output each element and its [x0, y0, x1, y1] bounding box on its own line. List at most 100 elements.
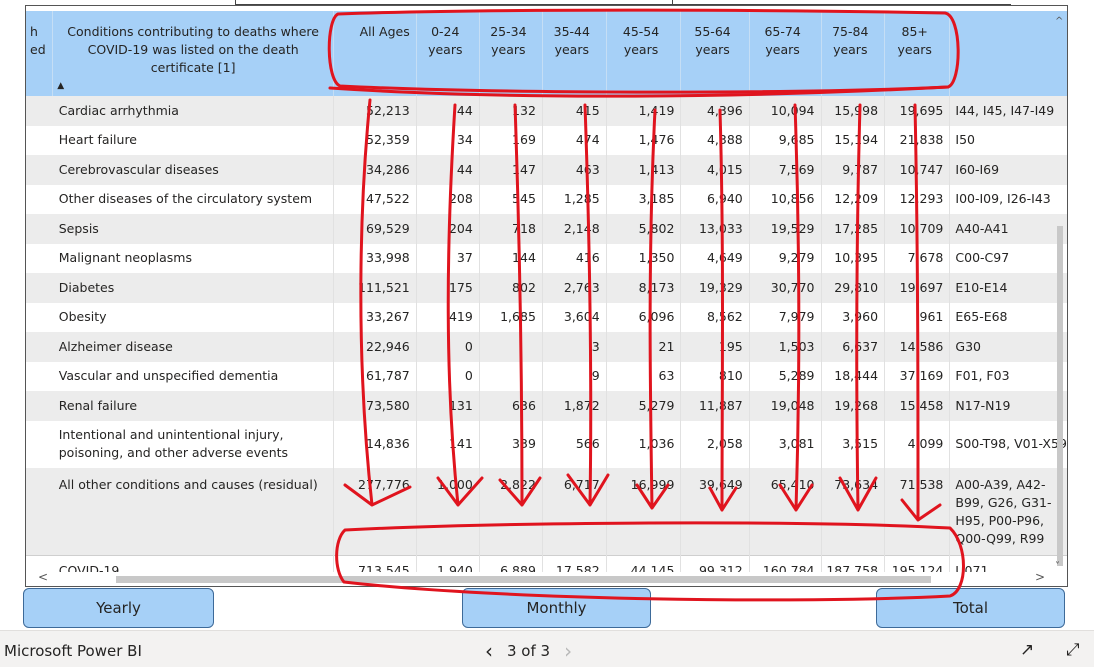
table-body: Cardiac arrhythmia 52,213 44 132 415 1,419 4,3… — [26, 96, 1067, 586]
value-cell: 1,000 — [415, 467, 480, 556]
deaths-table: h ed Conditions contributing to deaths whe… — [26, 11, 1067, 586]
total-button[interactable]: Total — [876, 588, 1065, 628]
fullscreen-icon[interactable]: ⤢ — [1066, 640, 1080, 660]
partial-column-header[interactable]: h ed — [26, 11, 53, 96]
condition-cell: Cerebrovascular diseases — [58, 161, 219, 177]
table-row[interactable]: Obesity 33,267 419 1,685 3,604 6,096 8,562 7,97… — [26, 302, 1067, 333]
value-cell: 277,776 — [333, 467, 417, 556]
value-cell: 44 — [415, 155, 480, 185]
value-cell: 73,580 — [333, 391, 417, 421]
table-row[interactable]: Diabetes 111,521 175 802 2,763 8,173 19,329 30,… — [26, 273, 1067, 303]
yearly-button[interactable]: Yearly — [23, 588, 214, 628]
value-cell: 15,194 — [820, 125, 885, 155]
value-cell: 4,099 — [884, 420, 950, 468]
table-row[interactable]: Intentional and unintentional injury, po… — [26, 420, 1067, 468]
value-cell: 2,763 — [541, 273, 607, 303]
age-column-header[interactable]: 65-74 years — [748, 11, 821, 96]
value-cell: 3 — [541, 332, 607, 362]
scroll-up-icon[interactable]: ^ — [1055, 16, 1063, 27]
value-cell: 14,586 — [884, 332, 950, 362]
age-column-header-line: 75-84 — [832, 24, 869, 39]
age-column-header[interactable]: 35-44 years — [541, 11, 607, 96]
age-column-header[interactable]: All Ages — [333, 11, 417, 96]
value-cell: 19,048 — [748, 391, 821, 421]
age-column-header-line: years — [554, 42, 589, 57]
table-row[interactable]: Sepsis 69,529 204 718 2,148 5,802 13,033 19,529… — [26, 214, 1067, 244]
table-row[interactable]: Renal failure 73,580 131 636 1,872 5,279 11,88… — [26, 391, 1067, 421]
value-cell: 1,685 — [478, 302, 543, 332]
value-cell: 63 — [605, 361, 681, 391]
value-cell: 2,822 — [478, 467, 543, 556]
partial-column-cell — [26, 391, 53, 421]
value-cell: 10,856 — [748, 184, 821, 214]
age-column-header[interactable]: 25-34 years — [478, 11, 543, 96]
partial-column-cell — [26, 244, 53, 274]
age-column-header-line: years — [897, 42, 932, 57]
table-row[interactable]: Malignant neoplasms 33,998 37 144 416 1,350 4,… — [26, 243, 1067, 274]
partial-column-header-line: h — [30, 24, 38, 39]
age-column-header-line: All Ages — [359, 24, 410, 39]
table-row[interactable]: Cerebrovascular diseases 34,286 44 147 463 1,… — [26, 155, 1067, 185]
table-row[interactable]: Heart failure 52,359 34 169 474 1,476 4,388 9,6… — [26, 125, 1067, 156]
condition-column-header[interactable]: Conditions contributing to deaths where … — [52, 11, 334, 96]
table-row[interactable]: All other conditions and causes (residua… — [26, 467, 1067, 556]
partial-column-cell — [26, 303, 53, 333]
value-cell: 4,015 — [680, 155, 750, 185]
value-cell: 19,695 — [884, 96, 950, 126]
value-cell: 69,529 — [333, 214, 417, 244]
value-cell: 5,279 — [605, 391, 681, 421]
value-cell: 6,717 — [541, 467, 607, 556]
chevron-right-icon[interactable]: › — [564, 639, 572, 663]
matrix-table-visual[interactable]: h ed Conditions contributing to deaths whe… — [25, 5, 1068, 587]
age-column-header[interactable]: 45-54 years — [605, 11, 681, 96]
value-cell: 1,350 — [605, 243, 681, 273]
value-cell: 52,213 — [333, 96, 417, 126]
value-cell: 141 — [415, 420, 480, 468]
share-icon[interactable]: ↗ — [1020, 640, 1034, 660]
age-column-header[interactable]: 85+ years — [884, 11, 950, 96]
age-column-header[interactable]: 75-84 years — [820, 11, 885, 96]
age-column-header-line: years — [695, 42, 730, 57]
table-row[interactable]: Alzheimer disease 22,946 0 3 21 195 1,503 6,637… — [26, 332, 1067, 362]
vertical-scrollbar[interactable]: ^ ˅ — [1055, 16, 1065, 572]
value-cell: 22,946 — [333, 332, 417, 362]
value-cell: 37 — [415, 243, 480, 273]
value-cell: 802 — [478, 273, 543, 303]
chevron-left-icon[interactable]: ‹ — [485, 639, 493, 663]
value-cell: 339 — [478, 420, 543, 468]
horizontal-scrollbar[interactable]: < > — [26, 570, 1067, 586]
value-cell: 416 — [541, 243, 607, 273]
sort-ascending-icon[interactable]: ▲ — [57, 77, 329, 95]
value-cell: 29,810 — [820, 273, 885, 303]
condition-cell: Intentional and unintentional injury, po… — [58, 427, 289, 460]
value-cell: 195 — [680, 332, 750, 362]
partial-column-cell — [26, 332, 53, 362]
condition-cell: Other diseases of the circulatory system — [58, 191, 313, 207]
value-cell: 5,802 — [605, 214, 681, 244]
age-column-header[interactable]: 0-24 years — [415, 11, 480, 96]
scroll-left-icon[interactable]: < — [38, 570, 48, 584]
icd-column-header[interactable] — [949, 11, 1067, 96]
value-cell: 21 — [605, 332, 681, 362]
value-cell: 19,329 — [680, 273, 750, 303]
table-row[interactable]: Other diseases of the circulatory system… — [26, 184, 1067, 214]
vertical-scroll-thumb[interactable] — [1057, 226, 1063, 566]
scroll-down-icon[interactable]: ˅ — [1055, 561, 1060, 572]
value-cell: 3,604 — [541, 302, 607, 332]
value-cell: 16,999 — [605, 467, 681, 556]
partial-column-cell — [26, 126, 53, 156]
age-column-header[interactable]: 55-64 years — [680, 11, 750, 96]
value-cell: 2,148 — [541, 214, 607, 244]
value-cell: 17,285 — [820, 214, 885, 244]
value-cell: 1,413 — [605, 155, 681, 185]
value-cell: 12,293 — [884, 184, 950, 214]
horizontal-scroll-thumb[interactable] — [116, 576, 931, 583]
partial-column-cell — [26, 362, 53, 392]
table-row[interactable]: Cardiac arrhythmia 52,213 44 132 415 1,419 4,3… — [26, 96, 1067, 126]
condition-cell: Vascular and unspecified dementia — [58, 368, 279, 384]
table-row[interactable]: Vascular and unspecified dementia 61,787 0… — [26, 361, 1067, 392]
age-column-header-line: years — [428, 42, 463, 57]
monthly-button[interactable]: Monthly — [462, 588, 651, 628]
scroll-right-icon[interactable]: > — [1035, 570, 1045, 584]
value-cell: 3,185 — [605, 184, 681, 214]
